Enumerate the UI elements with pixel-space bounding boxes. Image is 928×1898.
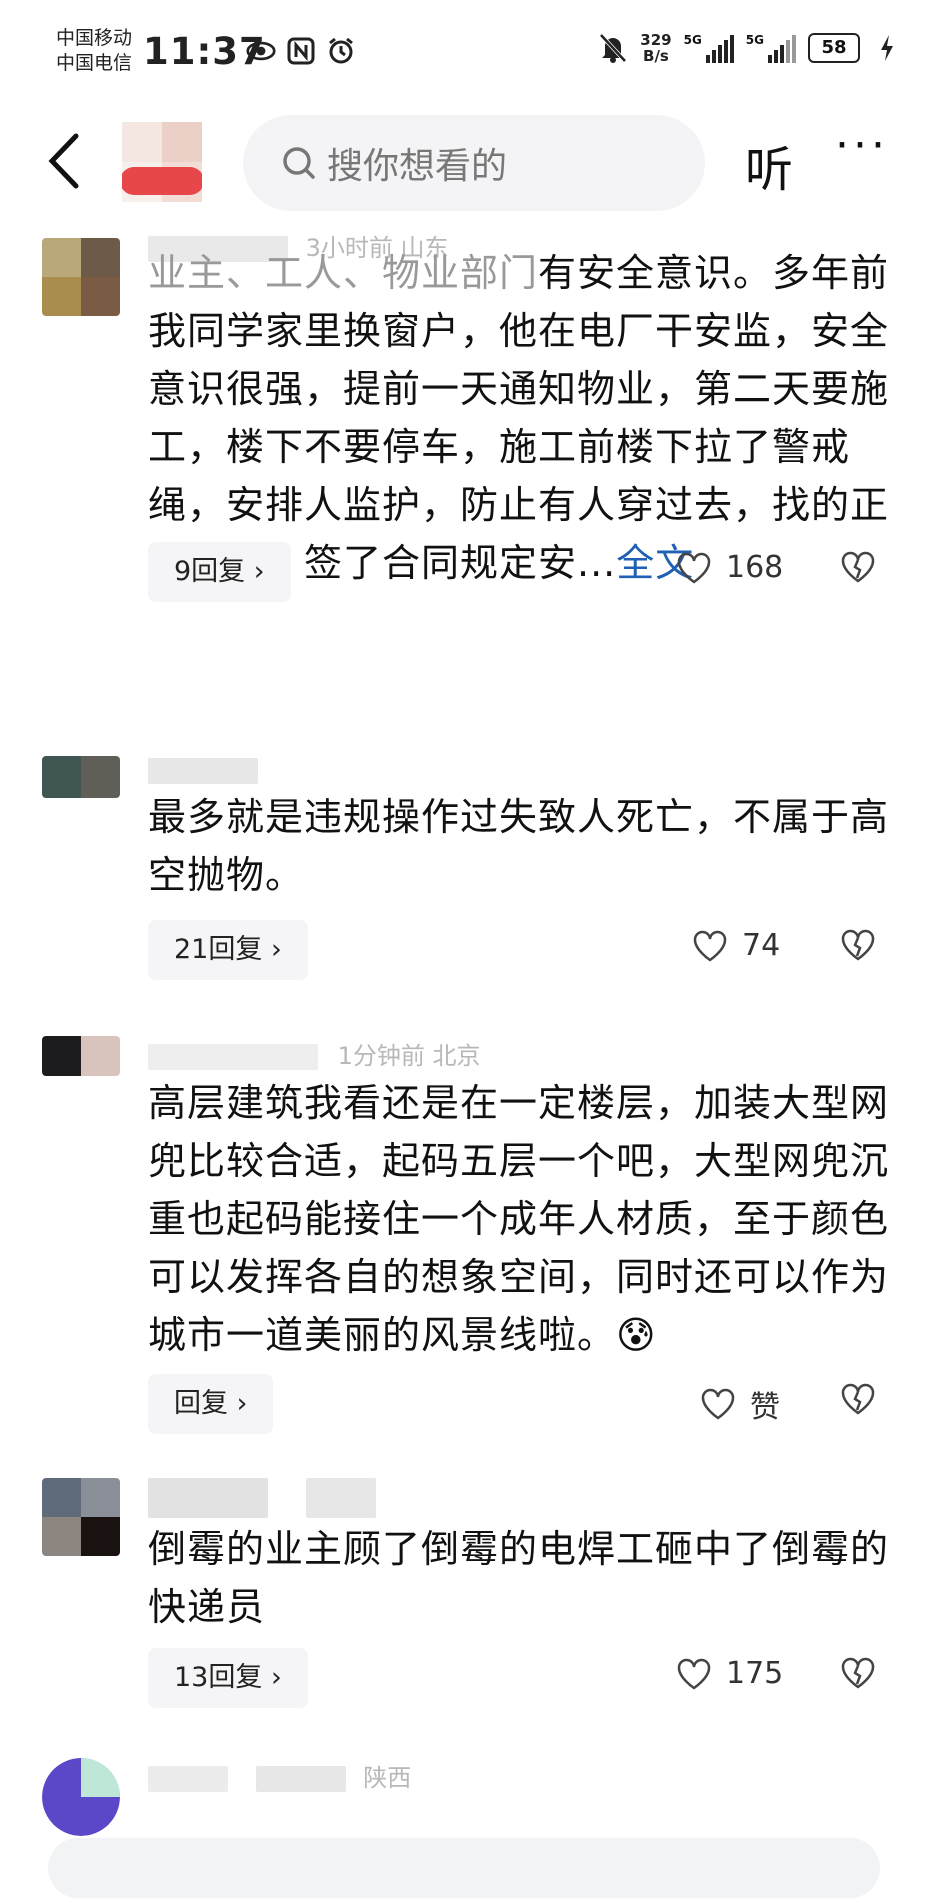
replies-label: 9回复 <box>174 556 246 587</box>
alarm-icon <box>326 36 356 66</box>
heart-icon <box>701 1388 735 1420</box>
blurred-username-2 <box>305 1478 376 1518</box>
broken-heart-icon <box>841 1383 875 1415</box>
comment-text: 业主、工人、物业部门有安全意识。多年前我同学家里换窗户，他在电厂干安监，安全意识… <box>148 244 890 592</box>
carrier-1: 中国移动 <box>56 27 133 49</box>
replies-button[interactable]: 9回复 › <box>148 542 291 602</box>
status-icons-left <box>246 36 356 66</box>
comment-text-body: 高层建筑我看还是在一定楼层，加装大型网兜比较合适，起码五层一个吧，大型网兜沉重也… <box>148 1081 890 1357</box>
heart-icon <box>693 930 727 962</box>
carrier-2: 中国电信 <box>56 52 133 74</box>
author-avatar[interactable] <box>120 122 204 202</box>
more-button[interactable]: ··· <box>835 120 889 171</box>
comment-text: 高层建筑我看还是在一定楼层，加装大型网兜比较合适，起码五层一个吧，大型网兜沉重也… <box>148 1074 890 1364</box>
charging-icon <box>872 33 902 63</box>
like-count: 175 <box>726 1656 784 1691</box>
avatar[interactable] <box>42 1758 120 1836</box>
comment-text-prefix: 业主、工人、物业部门 <box>148 251 539 295</box>
back-button[interactable] <box>40 130 90 192</box>
blurred-username <box>148 758 258 784</box>
signal-1-label: 5G <box>683 33 702 47</box>
top-header: 搜你想看的 听 ··· <box>0 110 928 230</box>
battery: 58 <box>808 33 860 63</box>
status-bar: 中国移动 中国电信 11:37 329 B/s 5G 5G 58 <box>0 0 928 110</box>
like-button[interactable]: 赞 <box>700 1382 780 1426</box>
status-icons-right: 329 B/s 5G 5G 58 <box>598 32 902 64</box>
signal-2: 5G <box>746 33 796 63</box>
replies-label: 21回复 <box>174 934 263 965</box>
emoji-crying: 😰 <box>616 1313 657 1357</box>
back-arrow-icon <box>48 133 79 189</box>
dislike-button[interactable] <box>840 928 876 964</box>
blurred-username <box>148 1044 318 1070</box>
like-button[interactable]: 175 <box>676 1656 783 1691</box>
comment-text-body: 有安全意识。多年前我同学家里换窗户，他在电厂干安监，安全意识很强，提前一天通知物… <box>148 251 890 585</box>
blurred-username <box>148 1478 268 1518</box>
search-bar[interactable]: 搜你想看的 <box>243 115 705 211</box>
mute-bell-icon <box>598 33 628 63</box>
comment-meta-text: 1分钟前 北京 <box>337 1042 481 1070</box>
dislike-button[interactable] <box>840 1382 876 1418</box>
heart-icon <box>677 1658 711 1690</box>
broken-heart-icon <box>841 551 875 583</box>
replies-button[interactable]: 回复 › <box>148 1374 274 1434</box>
carrier-names: 中国移动 中国电信 <box>56 26 132 76</box>
replies-button[interactable]: 13回复 › <box>148 1648 308 1708</box>
net-speed-unit: B/s <box>643 47 669 65</box>
nfc-icon <box>286 36 316 66</box>
blurred-username-2 <box>255 1766 346 1792</box>
comment-text: 最多就是违规操作过失致人死亡，不属于高空抛物。 <box>148 795 890 897</box>
comment-meta <box>148 756 258 784</box>
avatar[interactable] <box>42 1036 120 1076</box>
heart-icon <box>677 552 711 584</box>
comment-input-bar[interactable] <box>48 1838 880 1898</box>
replies-label: 13回复 <box>174 1662 263 1693</box>
listen-button[interactable]: 听 <box>745 130 793 200</box>
search-icon <box>283 147 315 179</box>
like-count: 赞 <box>750 1390 780 1425</box>
broken-heart-icon <box>841 1657 875 1689</box>
blurred-username <box>148 1766 228 1792</box>
net-speed-value: 329 <box>640 31 672 49</box>
like-button[interactable]: 168 <box>676 550 783 585</box>
avatar[interactable] <box>42 756 120 798</box>
search-placeholder: 搜你想看的 <box>327 146 508 187</box>
avatar[interactable] <box>42 238 120 316</box>
avatar[interactable] <box>42 1478 120 1556</box>
dislike-button[interactable] <box>840 1656 876 1692</box>
like-button[interactable]: 74 <box>692 928 780 963</box>
comment-meta-text: 陕西 <box>363 1764 412 1792</box>
replies-button[interactable]: 21回复 › <box>148 920 308 980</box>
signal-1: 5G <box>684 33 734 63</box>
like-count: 74 <box>742 928 781 963</box>
signal-2-label: 5G <box>745 33 764 47</box>
comment-meta: 陕西 <box>148 1758 411 1793</box>
comment-meta: 1分钟前 北京 <box>148 1036 481 1071</box>
like-count: 168 <box>726 550 784 585</box>
net-speed: 329 B/s <box>640 32 671 64</box>
replies-label: 回复 <box>174 1388 228 1419</box>
comment-meta <box>148 1478 376 1518</box>
eye-icon <box>246 36 276 66</box>
comment-text: 倒霉的业主顾了倒霉的电焊工砸中了倒霉的快递员 <box>148 1527 890 1629</box>
broken-heart-icon <box>841 929 875 961</box>
dislike-button[interactable] <box>840 550 876 586</box>
